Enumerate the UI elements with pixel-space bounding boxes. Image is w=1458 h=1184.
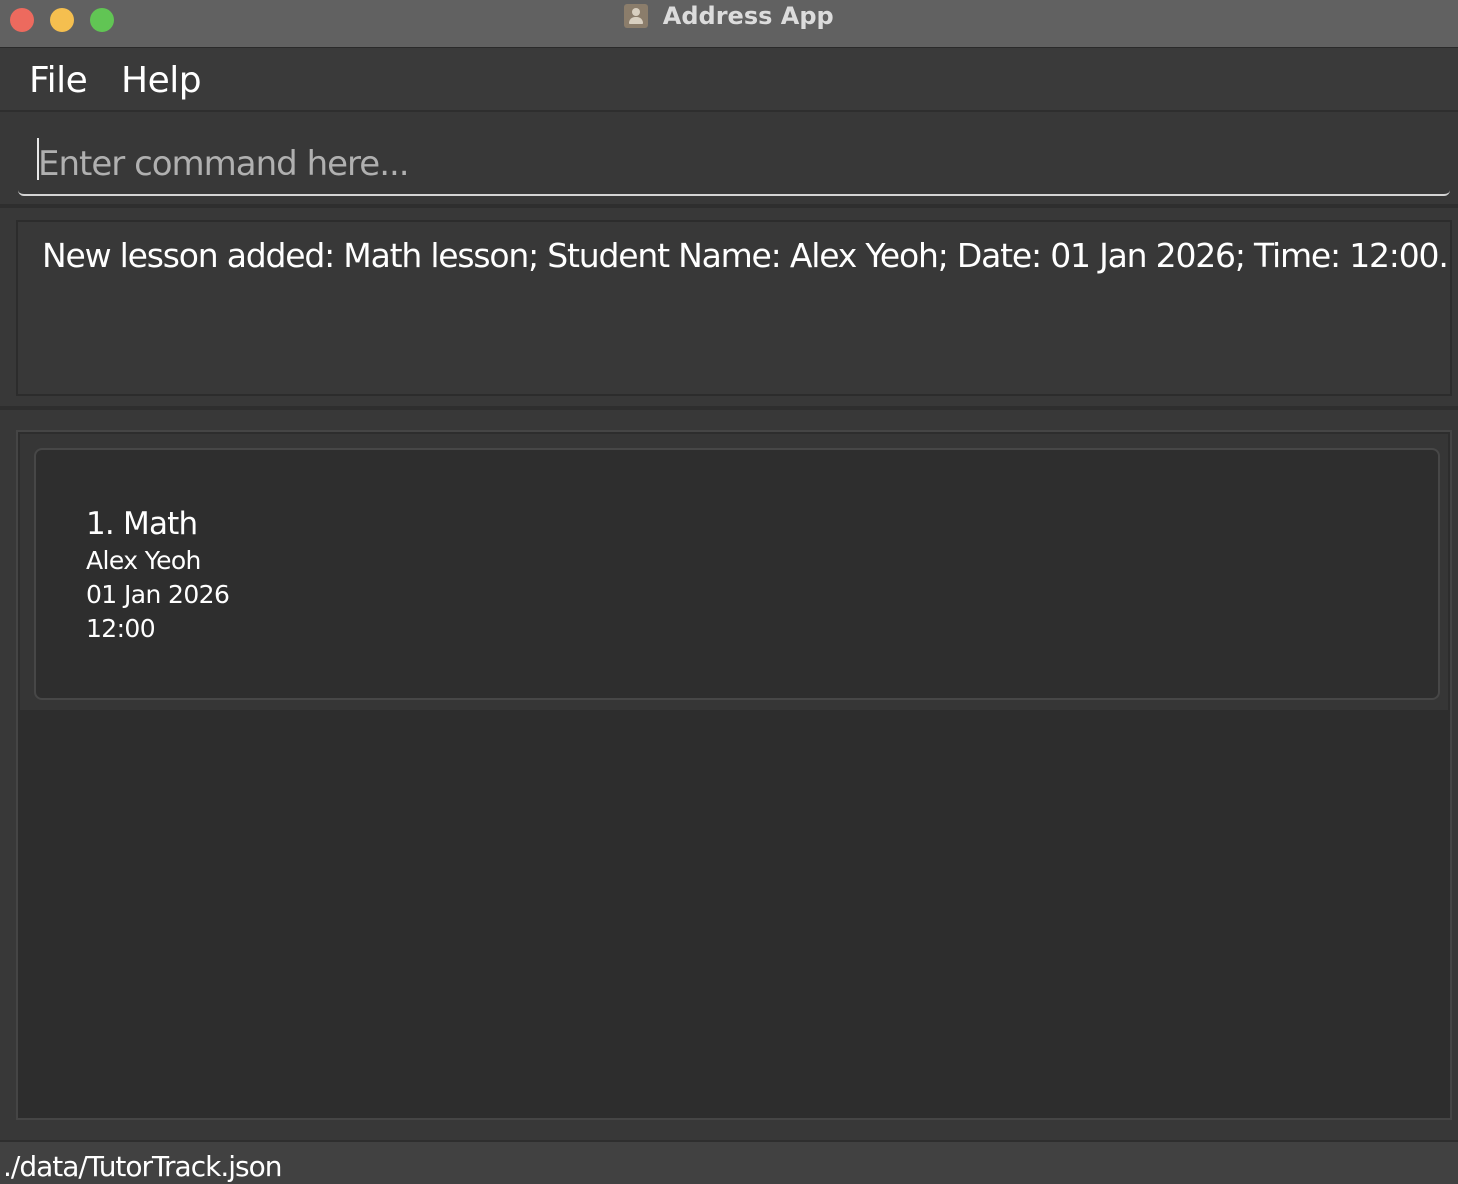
- address-book-icon: [624, 4, 649, 28]
- list-item[interactable]: 1. Math Alex Yeoh 01 Jan 2026 12:00: [20, 434, 1448, 710]
- app-window: Address App File Help New lesson added: …: [0, 0, 1458, 1184]
- lesson-date: 01 Jan 2026: [86, 580, 230, 609]
- menu-bar: File Help: [0, 48, 1458, 112]
- save-file-path: ./data/TutorTrack.json: [3, 1150, 282, 1183]
- result-message: New lesson added: Math lesson; Student N…: [42, 236, 1449, 275]
- menu-help[interactable]: Help: [121, 60, 202, 101]
- window-title: Address App: [662, 2, 834, 30]
- lesson-list[interactable]: 1. Math Alex Yeoh 01 Jan 2026 12:00: [16, 430, 1452, 1120]
- title-bar: Address App: [0, 0, 1458, 48]
- lesson-student-name: Alex Yeoh: [86, 546, 201, 575]
- lesson-title: 1. Math: [86, 506, 198, 542]
- result-display-panel: New lesson added: Math lesson; Student N…: [0, 208, 1458, 410]
- window-title-group: Address App: [0, 2, 1458, 36]
- lesson-card[interactable]: 1. Math Alex Yeoh 01 Jan 2026 12:00: [34, 448, 1440, 700]
- status-bar: ./data/TutorTrack.json: [0, 1140, 1458, 1184]
- result-display: New lesson added: Math lesson; Student N…: [16, 220, 1452, 396]
- command-input[interactable]: [18, 134, 1450, 196]
- lesson-list-panel: 1. Math Alex Yeoh 01 Jan 2026 12:00: [0, 410, 1458, 1140]
- text-caret: [37, 138, 39, 180]
- command-box-panel: [0, 114, 1458, 208]
- lesson-time: 12:00: [86, 614, 156, 643]
- menu-file[interactable]: File: [29, 60, 88, 101]
